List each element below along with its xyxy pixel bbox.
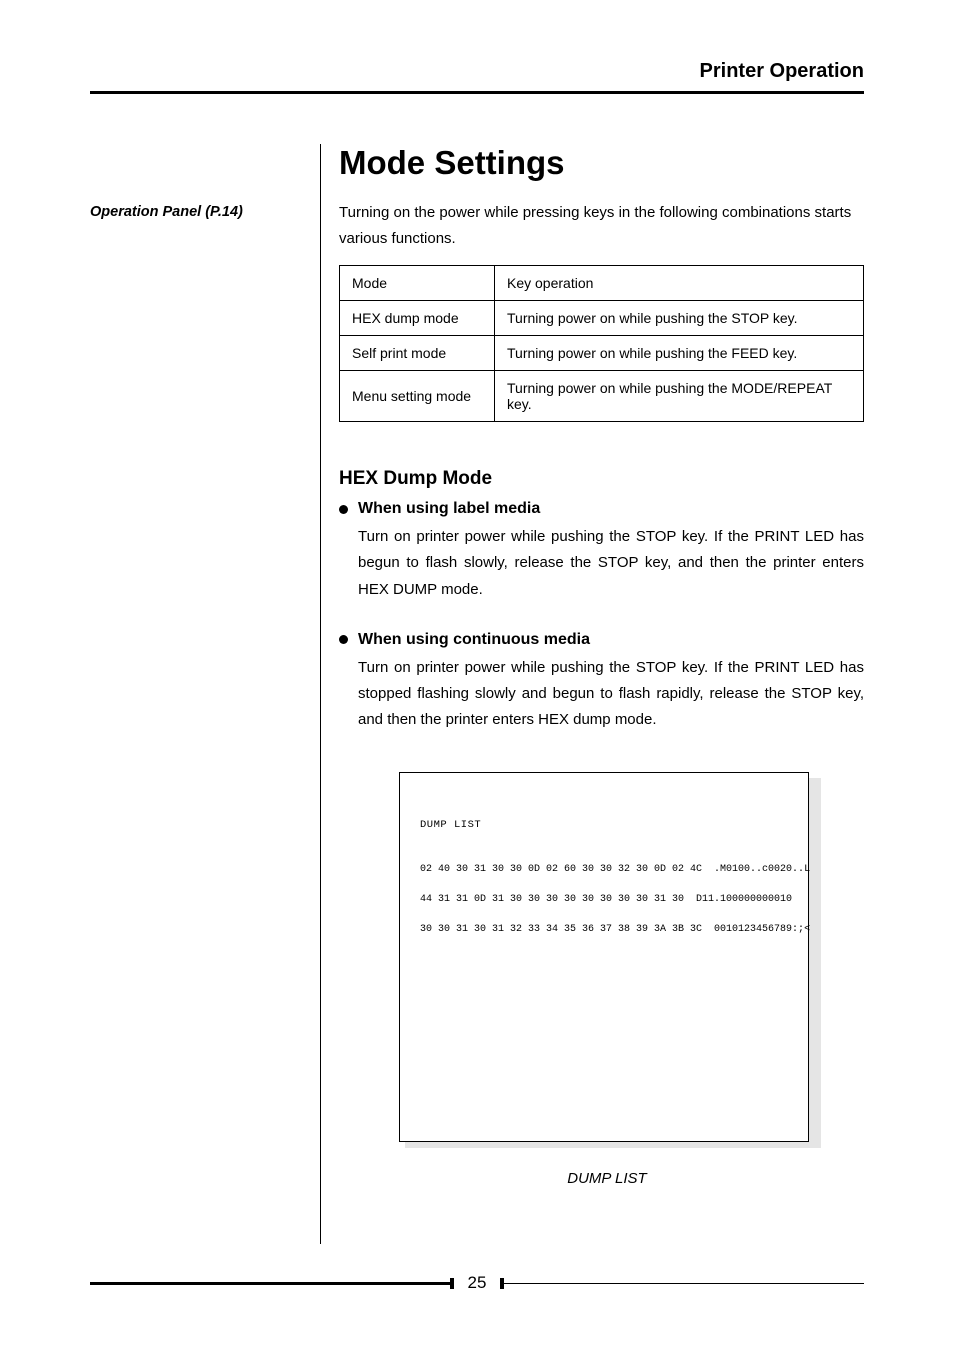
table-header-row: Mode Key operation — [340, 266, 864, 301]
bullet-icon — [339, 505, 348, 514]
bullet-label: When using label media — [358, 500, 540, 518]
mode-table: Mode Key operation HEX dump mode Turning… — [339, 265, 864, 422]
table-header-op: Key operation — [495, 266, 864, 301]
page-title: Mode Settings — [339, 144, 864, 182]
footer-rule-right — [504, 1283, 864, 1284]
dump-list-title: DUMP LIST — [420, 818, 788, 834]
bullet-item: When using label media — [339, 500, 864, 518]
table-header-mode: Mode — [340, 266, 495, 301]
bullet-body: Turn on printer power while pushing the … — [358, 655, 864, 734]
bullet-item: When using continuous media — [339, 631, 864, 649]
dump-list-box: DUMP LIST 02 40 30 31 30 30 0D 02 60 30 … — [399, 772, 809, 1142]
footer-rule-left — [90, 1282, 450, 1285]
page-number: 25 — [454, 1273, 501, 1293]
bullet-body: Turn on printer power while pushing the … — [358, 524, 864, 603]
dump-line: 30 30 31 30 31 32 33 34 35 36 37 38 39 3… — [420, 922, 788, 937]
table-cell: Turning power on while pushing the STOP … — [495, 301, 864, 336]
subsection-heading: HEX Dump Mode — [339, 468, 864, 490]
bullet-icon — [339, 635, 348, 644]
figure-caption: DUMP LIST — [399, 1170, 815, 1187]
page-footer: 25 — [90, 1273, 864, 1293]
table-row: Self print mode Turning power on while p… — [340, 336, 864, 371]
table-cell: Turning power on while pushing the MODE/… — [495, 371, 864, 422]
section-header: Printer Operation — [90, 60, 864, 83]
table-cell: Menu setting mode — [340, 371, 495, 422]
bullet-label: When using continuous media — [358, 631, 590, 649]
dump-line: 02 40 30 31 30 30 0D 02 60 30 30 32 30 0… — [420, 862, 788, 877]
sidebar: Operation Panel (P.14) — [90, 144, 320, 1244]
header-divider — [90, 91, 864, 94]
table-row: HEX dump mode Turning power on while pus… — [340, 301, 864, 336]
dump-line: 44 31 31 0D 31 30 30 30 30 30 30 30 30 3… — [420, 892, 788, 907]
sidebar-reference: Operation Panel (P.14) — [90, 204, 320, 220]
table-cell: Self print mode — [340, 336, 495, 371]
intro-paragraph: Turning on the power while pressing keys… — [339, 200, 864, 251]
table-row: Menu setting mode Turning power on while… — [340, 371, 864, 422]
table-cell: HEX dump mode — [340, 301, 495, 336]
main-content: Mode Settings Turning on the power while… — [320, 144, 864, 1244]
table-cell: Turning power on while pushing the FEED … — [495, 336, 864, 371]
dump-figure: DUMP LIST 02 40 30 31 30 30 0D 02 60 30 … — [399, 772, 815, 1187]
